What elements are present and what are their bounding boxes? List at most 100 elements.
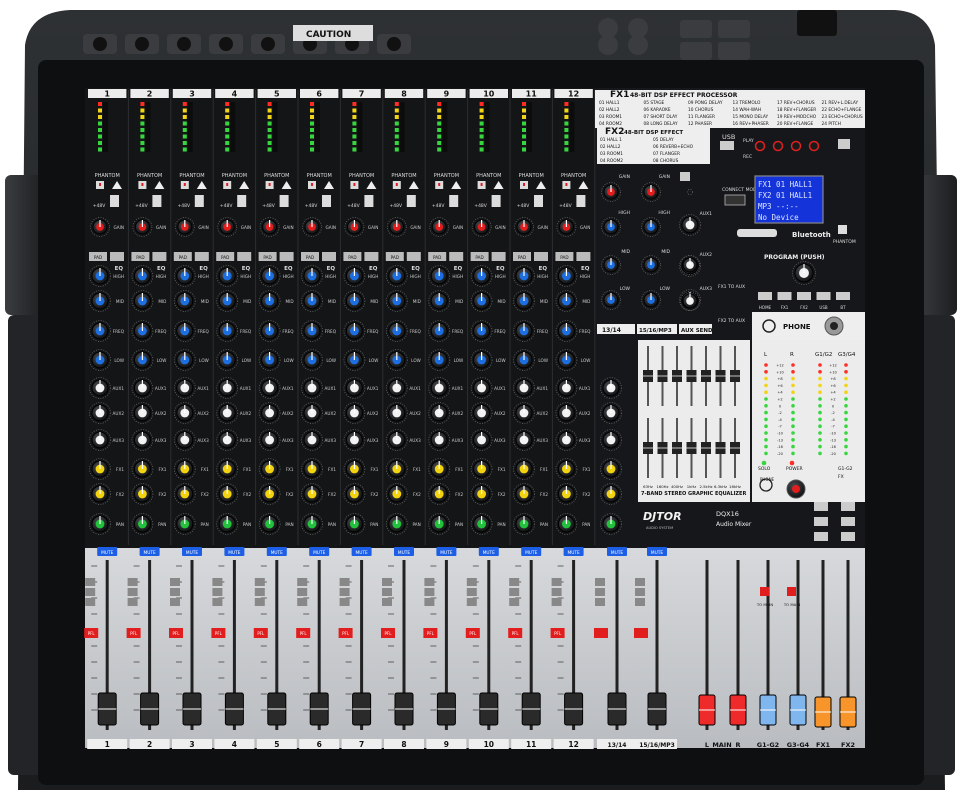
phantom-master-button[interactable] [838,225,847,234]
plus48v-button[interactable] [576,195,586,207]
g34-to-main-button[interactable] [787,587,796,596]
pfl-button[interactable] [634,628,648,638]
group-button[interactable] [297,598,308,606]
group-button[interactable] [635,588,645,596]
hpf-button[interactable] [406,252,421,261]
group-button[interactable] [212,578,223,586]
stereo-labels: 13/14 15/16/MP3 AUX SEND [597,324,713,334]
group-button[interactable] [85,588,96,596]
group-button[interactable] [212,588,223,596]
group-button[interactable] [509,578,520,586]
plus48v-button[interactable] [491,195,501,207]
group-button[interactable] [595,578,605,586]
group-button[interactable] [551,588,562,596]
group-button[interactable] [382,598,392,606]
plus48v-button[interactable] [152,195,162,207]
rec-button[interactable] [808,140,820,152]
hpf-button[interactable] [576,252,591,261]
group-button[interactable] [254,588,265,596]
g12-to-main-button[interactable] [760,587,769,596]
hpf-button[interactable] [110,252,124,261]
plus48v-button[interactable] [194,195,204,207]
hpf-button[interactable] [152,252,167,261]
program-button-usb[interactable] [816,292,831,300]
group-button[interactable] [551,578,562,586]
hpf-button[interactable] [322,252,336,261]
play-pause-button[interactable] [772,140,784,152]
plus48v-button[interactable] [110,195,119,207]
meter-led [437,108,442,113]
group-button[interactable] [127,578,138,586]
fx2-preset: 02 HALL2 [600,144,621,150]
plus48v-button[interactable] [406,195,416,207]
group-button[interactable] [635,598,645,606]
group-button[interactable] [170,578,180,586]
group-button[interactable] [551,598,562,606]
hpf-button[interactable] [237,252,252,261]
group-button[interactable] [424,588,435,596]
group-button[interactable] [170,598,180,606]
group-button[interactable] [635,578,645,586]
group-button[interactable] [466,588,477,596]
group-button[interactable] [212,598,223,606]
plus48v-button[interactable] [237,195,247,207]
group-button[interactable] [466,578,477,586]
mp3-switch[interactable] [680,172,690,181]
group-button[interactable] [297,588,308,596]
usb-port[interactable] [720,141,734,150]
connect-mode-switch[interactable] [724,194,746,206]
meter-scale [484,102,490,152]
plus48v-button[interactable] [534,195,543,207]
group-button[interactable] [339,598,350,606]
program-button-bt[interactable] [836,292,850,300]
group-button[interactable] [595,598,605,606]
plus48v-button[interactable] [449,195,459,207]
group-button[interactable] [254,578,265,586]
program-button-fx1[interactable] [777,292,792,300]
group-button[interactable] [595,588,605,596]
group-button[interactable] [170,588,180,596]
group-button[interactable] [339,588,350,596]
next-button[interactable] [790,140,802,152]
group-button[interactable] [382,588,392,596]
pfl-button[interactable] [594,628,608,638]
master-button-2[interactable] [841,502,855,511]
prev-button[interactable] [754,140,766,152]
usb-b-port[interactable] [838,139,850,149]
master-button-5[interactable] [814,532,828,541]
program-button-fx2[interactable] [797,292,811,300]
master-button-6[interactable] [841,532,855,541]
group-button[interactable] [466,598,477,606]
group-button[interactable] [509,598,520,606]
phantom-master-label: PHANTOM [833,239,856,245]
meter-led-g3 [844,370,848,374]
plus48v-button[interactable] [322,195,331,207]
hpf-button[interactable] [194,252,209,261]
group-button[interactable] [509,588,520,596]
master-button-4[interactable] [841,517,855,526]
plus48v-button[interactable] [364,195,374,207]
hpf-button[interactable] [279,252,294,261]
group-button[interactable] [297,578,308,586]
group-button[interactable] [424,598,435,606]
meter-led [564,108,569,113]
group-button[interactable] [85,598,96,606]
group-button[interactable] [127,588,138,596]
group-button[interactable] [85,578,96,586]
master-button-3[interactable] [814,517,828,526]
phantom-label: PHANTOM [179,173,204,179]
meter-scale-label: -10 [777,432,784,436]
hpf-button[interactable] [491,252,506,261]
group-button[interactable] [254,598,265,606]
high-label: HIGH [537,274,548,279]
group-button[interactable] [424,578,435,586]
hpf-button[interactable] [364,252,379,261]
group-button[interactable] [127,598,138,606]
group-button[interactable] [339,578,350,586]
program-button-home[interactable] [758,292,772,300]
hpf-button[interactable] [449,252,464,261]
master-button-1[interactable] [814,502,828,511]
group-button[interactable] [382,578,392,586]
plus48v-button[interactable] [279,195,289,207]
hpf-button[interactable] [534,252,548,261]
